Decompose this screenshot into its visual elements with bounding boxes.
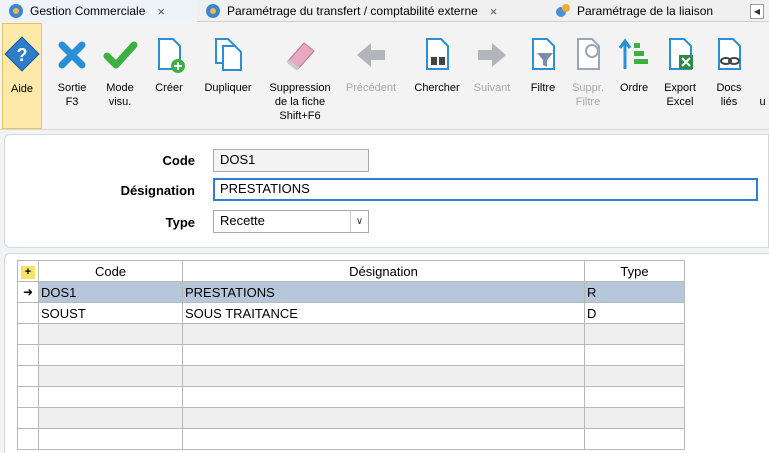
empty-row[interactable]: [17, 323, 685, 345]
close-icon[interactable]: ×: [157, 4, 165, 19]
designation-field[interactable]: PRESTATIONS: [213, 178, 758, 201]
more-label: u: [759, 96, 766, 108]
chercher-button[interactable]: Chercher: [409, 23, 465, 129]
column-header-designation[interactable]: Désignation: [182, 260, 585, 282]
suppression-label: Suppression de la fiche Shift+F6: [269, 82, 331, 122]
docs-lies-button[interactable]: Docs liés: [710, 23, 748, 129]
close-x-icon: [58, 41, 86, 69]
precedent-label: Précédent: [345, 82, 397, 94]
tab-scroll-left-button[interactable]: ◀: [750, 4, 764, 19]
cell-code[interactable]: DOS1: [38, 281, 183, 303]
search-document-icon: [426, 38, 449, 70]
table-row[interactable]: ➜ DOS1 PRESTATIONS R: [17, 281, 685, 303]
chercher-label: Chercher: [414, 82, 460, 94]
add-column-icon[interactable]: +: [21, 266, 35, 279]
precedent-button[interactable]: Précédent: [341, 23, 401, 129]
tab-gestion-commerciale[interactable]: Gestion Commerciale ×: [0, 0, 197, 22]
ordre-label: Ordre: [619, 82, 649, 94]
mode-visu-label: Mode visu.: [106, 82, 134, 108]
duplicate-document-icon: [215, 38, 242, 71]
chevron-down-icon[interactable]: ∨: [350, 211, 368, 232]
remove-filter-icon: [577, 38, 600, 70]
cell-designation[interactable]: SOUS TRAITANCE: [182, 302, 585, 324]
empty-row[interactable]: [17, 407, 685, 429]
docs-lies-label: Docs liés: [716, 82, 742, 108]
arrow-left-icon: [357, 43, 385, 67]
suivant-label: Suivant: [473, 82, 511, 94]
aide-label: Aide: [10, 83, 34, 95]
tab-parametrage-liaison[interactable]: Paramétrage de la liaison: [547, 0, 752, 22]
cell-type[interactable]: R: [584, 281, 685, 303]
cell-code[interactable]: SOUST: [38, 302, 183, 324]
current-row-arrow-icon: ➜: [17, 281, 39, 303]
app-gear-icon: [8, 3, 24, 19]
dupliquer-label: Dupliquer: [204, 82, 252, 94]
arrow-right-icon: [478, 43, 506, 67]
cell-type[interactable]: D: [584, 302, 685, 324]
type-value: Recette: [220, 213, 265, 228]
toolbar: ? Aide Sortie F3 Mode visu. Créer Dupliq…: [0, 23, 769, 130]
code-label: Code: [162, 153, 196, 168]
close-icon[interactable]: ×: [490, 4, 498, 19]
suppr-filtre-button[interactable]: Suppr. Filtre: [566, 23, 610, 129]
creer-label: Créer: [155, 82, 183, 94]
export-excel-button[interactable]: Export Excel: [660, 23, 700, 129]
dupliquer-button[interactable]: Dupliquer: [198, 23, 258, 129]
tab-label: Paramétrage de la liaison: [577, 4, 714, 18]
filter-document-icon: [532, 38, 555, 70]
filtre-button[interactable]: Filtre: [524, 23, 562, 129]
row-indicator: [17, 302, 39, 324]
more-toolbar-button[interactable]: u: [756, 23, 769, 129]
ordre-button[interactable]: Ordre: [616, 23, 652, 129]
type-label: Type: [165, 215, 195, 230]
linked-documents-icon: [718, 38, 741, 70]
eraser-icon: [286, 42, 315, 71]
gears-icon: [555, 3, 571, 19]
column-header-code[interactable]: Code: [38, 260, 183, 282]
mode-visu-button[interactable]: Mode visu.: [102, 23, 138, 129]
aide-button[interactable]: ? Aide: [2, 23, 42, 129]
form-panel: Code DOS1 Désignation PRESTATIONS Type R…: [4, 134, 769, 248]
suppr-filtre-label: Suppr. Filtre: [572, 82, 604, 108]
new-document-icon: [158, 38, 185, 73]
column-header-type[interactable]: Type: [584, 260, 685, 282]
export-excel-label: Export Excel: [664, 82, 696, 108]
suivant-button[interactable]: Suivant: [466, 23, 518, 129]
grid-corner[interactable]: +: [17, 260, 39, 282]
filtre-label: Filtre: [530, 82, 556, 94]
sortie-button[interactable]: Sortie F3: [54, 23, 90, 129]
tab-label: Paramétrage du transfert / comptabilité …: [227, 4, 478, 18]
designation-label: Désignation: [120, 183, 195, 198]
svg-text:?: ?: [17, 45, 28, 65]
empty-row[interactable]: [17, 386, 685, 408]
sortie-label: Sortie F3: [57, 82, 87, 108]
records-grid: + Code Désignation Type ➜ DOS1 PRESTATIO…: [4, 253, 769, 453]
tab-label: Gestion Commerciale: [30, 4, 146, 18]
excel-icon: [669, 38, 693, 70]
app-gear-icon: [205, 3, 221, 19]
records-table: + Code Désignation Type ➜ DOS1 PRESTATIO…: [17, 260, 685, 450]
creer-button[interactable]: Créer: [150, 23, 188, 129]
help-icon: ?: [4, 36, 40, 72]
sort-icon: [618, 38, 648, 69]
tab-bar: Gestion Commerciale × Paramétrage du tra…: [0, 0, 769, 22]
cell-designation[interactable]: PRESTATIONS: [182, 281, 585, 303]
check-icon: [103, 41, 138, 69]
tab-parametrage-transfert[interactable]: Paramétrage du transfert / comptabilité …: [197, 0, 547, 22]
table-row[interactable]: SOUST SOUS TRAITANCE D: [17, 302, 685, 324]
type-select[interactable]: Recette ∨: [213, 210, 369, 233]
empty-row[interactable]: [17, 344, 685, 366]
empty-row[interactable]: [17, 365, 685, 387]
empty-row[interactable]: [17, 428, 685, 450]
code-field[interactable]: DOS1: [213, 149, 369, 172]
suppression-button[interactable]: Suppression de la fiche Shift+F6: [262, 23, 338, 129]
